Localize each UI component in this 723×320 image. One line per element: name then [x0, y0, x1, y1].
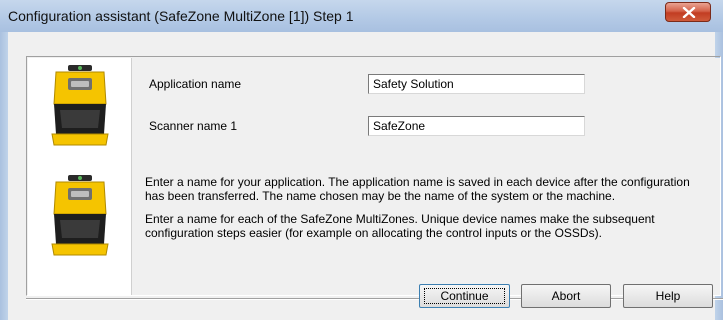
dialog-window: Configuration assistant (SafeZone MultiZ…	[0, 0, 723, 320]
safety-laser-scanner-icon	[51, 65, 109, 146]
abort-button-label: Abort	[551, 289, 581, 303]
help-text-line: Enter a name for each of the SafeZone Mu…	[145, 212, 655, 226]
close-icon	[682, 7, 696, 18]
close-button[interactable]	[665, 2, 711, 22]
form-panel: Application name Safety Solution Scanner…	[132, 58, 720, 295]
help-paragraph-application: Enter a name for your application. The a…	[145, 175, 705, 203]
help-text-line: has been transferred. The name chosen ma…	[145, 189, 616, 203]
help-paragraph-devices: Enter a name for each of the SafeZone Mu…	[145, 212, 705, 240]
help-text-line: Enter a name for your application. The a…	[145, 175, 690, 189]
dialog-client-area: Application name Safety Solution Scanner…	[8, 32, 723, 320]
continue-button[interactable]: Continue	[419, 284, 510, 308]
scanner-name-label: Scanner name 1	[149, 119, 238, 133]
title-bar[interactable]: Configuration assistant (SafeZone MultiZ…	[0, 0, 723, 33]
application-name-field[interactable]: Safety Solution	[368, 74, 585, 94]
continue-button-label: Continue	[440, 289, 489, 303]
scanner-name-field[interactable]: SafeZone	[368, 116, 585, 136]
image-panel	[28, 58, 132, 295]
application-name-label: Application name	[149, 77, 242, 91]
window-frame-left	[0, 32, 8, 320]
abort-button[interactable]: Abort	[521, 284, 611, 308]
help-button-label: Help	[655, 289, 681, 303]
safety-laser-scanner-icon	[51, 175, 109, 256]
window-title: Configuration assistant (SafeZone MultiZ…	[8, 8, 354, 24]
content-frame: Application name Safety Solution Scanner…	[26, 56, 721, 296]
help-text-line: configuration steps easier (for example …	[145, 226, 602, 240]
separator	[26, 298, 723, 300]
help-button[interactable]: Help	[623, 284, 713, 308]
